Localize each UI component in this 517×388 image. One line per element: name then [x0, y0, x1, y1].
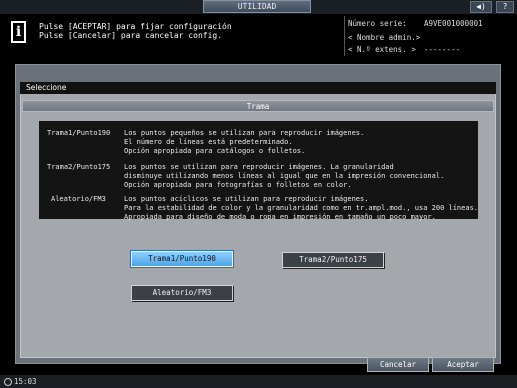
extension-value: -------- [424, 45, 461, 54]
serial-label: Número serie: [348, 19, 407, 28]
serial-value: A9VE001000001 [424, 19, 483, 28]
option-aleatorio-button[interactable]: Aleatorio/FM3 [131, 285, 233, 301]
desc-text-trama1: Los puntos pequeños se utilizan para rep… [124, 129, 365, 155]
message-line-1: Pulse [ACEPTAR] para fijar configuración [39, 22, 232, 31]
clock: 15:03 [4, 376, 37, 387]
volume-icon[interactable]: ◀) [470, 1, 492, 13]
option-trama2-button[interactable]: Trama2/Punto175 [282, 252, 384, 268]
option-trama1-button[interactable]: Trama1/Punto190 [131, 251, 233, 267]
help-button[interactable]: ? [496, 1, 514, 13]
info-icon: i [11, 21, 26, 43]
cancel-button[interactable]: Cancelar [367, 357, 429, 372]
extension-label: < N.º extens. > [348, 45, 416, 54]
clock-time: 15:03 [14, 377, 37, 386]
clock-icon [4, 378, 12, 386]
accept-button[interactable]: Aceptar [432, 357, 494, 372]
desc-label-aleatorio: Aleatorio/FM3 [51, 195, 106, 203]
dialog-header: Seleccione [20, 82, 496, 94]
desc-label-trama1: Trama1/Punto190 [47, 129, 111, 137]
desc-text-trama2: Los puntos se utilizan para reproducir i… [124, 163, 445, 189]
section-title: Trama [22, 100, 494, 112]
status-bar [0, 375, 517, 388]
message-line-2: Pulse [Cancelar] para cancelar config. [39, 31, 223, 40]
admin-name-label: < Nombre admin.> [348, 33, 421, 42]
desc-label-trama2: Trama2/Punto175 [47, 163, 111, 171]
screen-title: UTILIDAD [203, 0, 311, 13]
desc-text-aleatorio: Los puntos acíclicos se utilizan para re… [124, 195, 479, 221]
